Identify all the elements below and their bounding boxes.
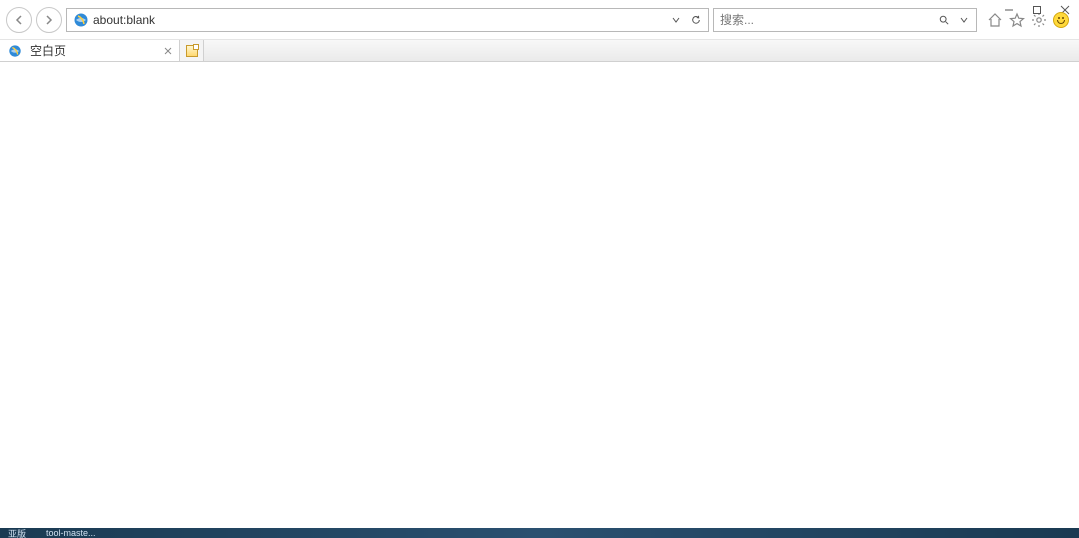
taskbar-item[interactable]: tool-maste... [46, 528, 96, 538]
ie-logo-icon [73, 12, 89, 28]
search-bar [713, 8, 977, 32]
search-icon [939, 15, 949, 25]
refresh-button[interactable] [686, 9, 706, 31]
close-icon [164, 47, 172, 55]
chevron-down-icon [959, 15, 969, 25]
search-input[interactable] [716, 9, 934, 31]
new-tab-icon [186, 45, 198, 57]
address-bar [66, 8, 709, 32]
search-dropdown-button[interactable] [954, 9, 974, 31]
page-content [0, 62, 1079, 528]
back-button[interactable] [6, 7, 32, 33]
forward-button[interactable] [36, 7, 62, 33]
taskbar: 亚版 tool-maste... [0, 528, 1079, 538]
tab-blank-page[interactable]: 空白页 [0, 40, 180, 61]
search-button[interactable] [934, 9, 954, 31]
address-dropdown-button[interactable] [666, 9, 686, 31]
taskbar-item[interactable]: 亚版 [8, 528, 26, 538]
ie-logo-icon [8, 44, 22, 58]
address-input[interactable] [93, 9, 666, 31]
forward-arrow-icon [43, 14, 55, 26]
tab-close-button[interactable] [161, 44, 175, 58]
minimize-button[interactable] [995, 0, 1023, 20]
new-tab-button[interactable] [180, 40, 204, 61]
toolbar [0, 0, 1079, 40]
tab-row: 空白页 [0, 40, 1079, 62]
tab-title: 空白页 [30, 42, 157, 59]
smiley-icon [1053, 12, 1069, 28]
maximize-button[interactable] [1023, 0, 1051, 20]
refresh-icon [691, 15, 701, 25]
back-arrow-icon [13, 14, 25, 26]
chevron-down-icon [671, 15, 681, 25]
